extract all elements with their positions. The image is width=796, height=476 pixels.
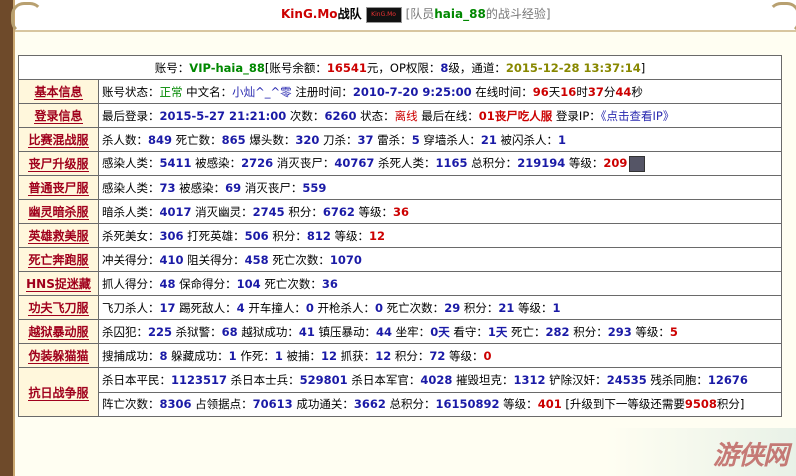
label-death-run[interactable]: 死亡奔跑服 (18, 247, 99, 272)
value-disguise: 搜捕成功：8 躲藏成功：1 作死：1 被捕：12 抓获：12 积分：72 等级：… (98, 343, 782, 368)
account-label: 账号： (154, 60, 190, 75)
account-cell: 账号：VIP-haia_88[账号余额：16541元，OP权限：8级，通道：20… (18, 55, 782, 80)
value-login: 最后登录：2015-5-27 21:21:00 次数：6260 状态：离线 最后… (98, 103, 782, 128)
row-kungfu: 功夫飞刀服 飞刀杀人：17 踢死敌人：4 开车撞人：0 开枪杀人：0 死亡次数：… (18, 295, 782, 320)
watermark-logo: 游侠网 (712, 441, 789, 471)
label-antijapan[interactable]: 抗日战争服 (18, 367, 99, 417)
value-zombie-normal: 感染人类：73 被感染：69 消灭丧尸：559 (98, 175, 782, 200)
balance-label: [账号余额： (264, 60, 327, 75)
account-row: 账号：VIP-haia_88[账号余额：16541元，OP权限：8级，通道：20… (18, 55, 782, 80)
row-mixed: 比赛混战服 杀人数：849 死亡数：865 爆头数：320 刀杀：37 雷杀：5… (18, 127, 782, 152)
row-jail: 越狱暴动服 杀囚犯：225 杀狱警：68 越狱成功：41 镇压暴动：44 坐牢：… (18, 319, 782, 344)
row-antijapan-2: 阵亡次数：8306 占领据点：70613 成功通关：3662 总积分：16150… (19, 391, 782, 417)
site-watermark: 游侠网 (606, 428, 796, 476)
team-suffix: 战队 (337, 7, 362, 21)
row-death-run: 死亡奔跑服 冲关得分：410 阻关得分：458 死亡次数：1070 (18, 247, 782, 272)
op-unit: 级，通道： (448, 60, 506, 75)
label-disguise[interactable]: 伪装躲猫猫 (18, 343, 99, 368)
team-logo: KinG.Mo (365, 6, 402, 23)
row-basic: 基本信息 账号状态：正常 中文名：小灿^_^零 注册时间：2010-7-20 9… (18, 79, 782, 104)
account-id: VIP-haia_88 (189, 60, 265, 75)
row-disguise: 伪装躲猫猫 搜捕成功：8 躲藏成功：1 作死：1 被捕：12 抓获：12 积分：… (18, 343, 782, 368)
value-basic: 账号状态：正常 中文名：小灿^_^零 注册时间：2010-7-20 9:25:0… (98, 79, 782, 104)
label-ghost[interactable]: 幽灵暗杀服 (18, 199, 99, 224)
member-prefix: [队员 (405, 7, 435, 21)
team-name: KinG.Mo (281, 7, 338, 21)
row-zombie-up: 丧尸升级服 感染人类：5411 被感染：2726 消灭丧尸：40767 杀死人类… (18, 151, 782, 176)
label-zombie-normal[interactable]: 普通丧尸服 (18, 175, 99, 200)
scroll-curl-left (11, 2, 43, 34)
value-hero: 杀死美女：306 打死英雄：506 积分：812 等级：12 (98, 223, 782, 248)
account-datetime: 2015-12-28 13:37:14 (505, 60, 641, 75)
title-bar: KinG.Mo战队 KinG.Mo [队员haia_88的战斗经验] (11, 0, 796, 34)
label-hero[interactable]: 英雄救美服 (18, 223, 99, 248)
scroll-curl-right (768, 2, 796, 34)
value-antijapan-1: 杀日本平民：1123517 杀日本士兵：529801 杀日本军官：4028 摧毁… (98, 367, 782, 393)
value-death-run: 冲关得分：410 阻关得分：458 死亡次数：1070 (98, 247, 782, 272)
value-jail: 杀囚犯：225 杀狱警：68 越狱成功：41 镇压暴动：44 坐牢：0天 看守：… (98, 319, 782, 344)
level-avatar-icon (629, 155, 646, 172)
balance-unit: 元，OP权限： (366, 60, 441, 75)
row-login: 登录信息 最后登录：2015-5-27 21:21:00 次数：6260 状态：… (18, 103, 782, 128)
account-end: ] (640, 60, 646, 75)
row-hero: 英雄救美服 杀死美女：306 打死英雄：506 积分：812 等级：12 (18, 223, 782, 248)
value-antijapan-2: 阵亡次数：8306 占领据点：70613 成功通关：3662 总积分：16150… (98, 391, 782, 417)
view-ip-link[interactable]: 《点击查看IP》 (601, 109, 675, 123)
value-hns: 抓人得分：48 保命得分：104 死亡次数：36 (98, 271, 782, 296)
value-kungfu: 飞刀杀人：17 踢死敌人：4 开车撞人：0 开枪杀人：0 死亡次数：29 积分：… (98, 295, 782, 320)
page-title: KinG.Mo战队 KinG.Mo [队员haia_88的战斗经验] (281, 0, 551, 28)
row-zombie-normal: 普通丧尸服 感染人类：73 被感染：69 消灭丧尸：559 (18, 175, 782, 200)
value-zombie-up: 感染人类：5411 被感染：2726 消灭丧尸：40767 杀死人类：1165 … (98, 151, 782, 176)
label-kungfu[interactable]: 功夫飞刀服 (18, 295, 99, 320)
member-suffix: 的战斗经验] (485, 7, 551, 21)
row-ghost: 幽灵暗杀服 暗杀人类：4017 消灭幽灵：2745 积分：6762 等级：36 (18, 199, 782, 224)
row-hns: HNS捉迷藏 抓人得分：48 保命得分：104 死亡次数：36 (18, 271, 782, 296)
label-hns[interactable]: HNS捉迷藏 (18, 271, 99, 296)
value-mixed: 杀人数：849 死亡数：865 爆头数：320 刀杀：37 雷杀：5 穿墙杀人：… (98, 127, 782, 152)
row-antijapan: 抗日战争服 杀日本平民：1123517 杀日本士兵：529801 杀日本军官：4… (18, 367, 782, 417)
stats-table: 账号：VIP-haia_88[账号余额：16541元，OP权限：8级，通道：20… (18, 55, 782, 417)
label-jail[interactable]: 越狱暴动服 (18, 319, 99, 344)
balance-value: 16541 (326, 60, 367, 75)
label-mixed[interactable]: 比赛混战服 (18, 127, 99, 152)
label-zombie-up[interactable]: 丧尸升级服 (18, 151, 99, 176)
member-name: haia_88 (434, 7, 486, 21)
label-basic[interactable]: 基本信息 (18, 79, 99, 104)
value-ghost: 暗杀人类：4017 消灭幽灵：2745 积分：6762 等级：36 (98, 199, 782, 224)
label-login[interactable]: 登录信息 (18, 103, 99, 128)
